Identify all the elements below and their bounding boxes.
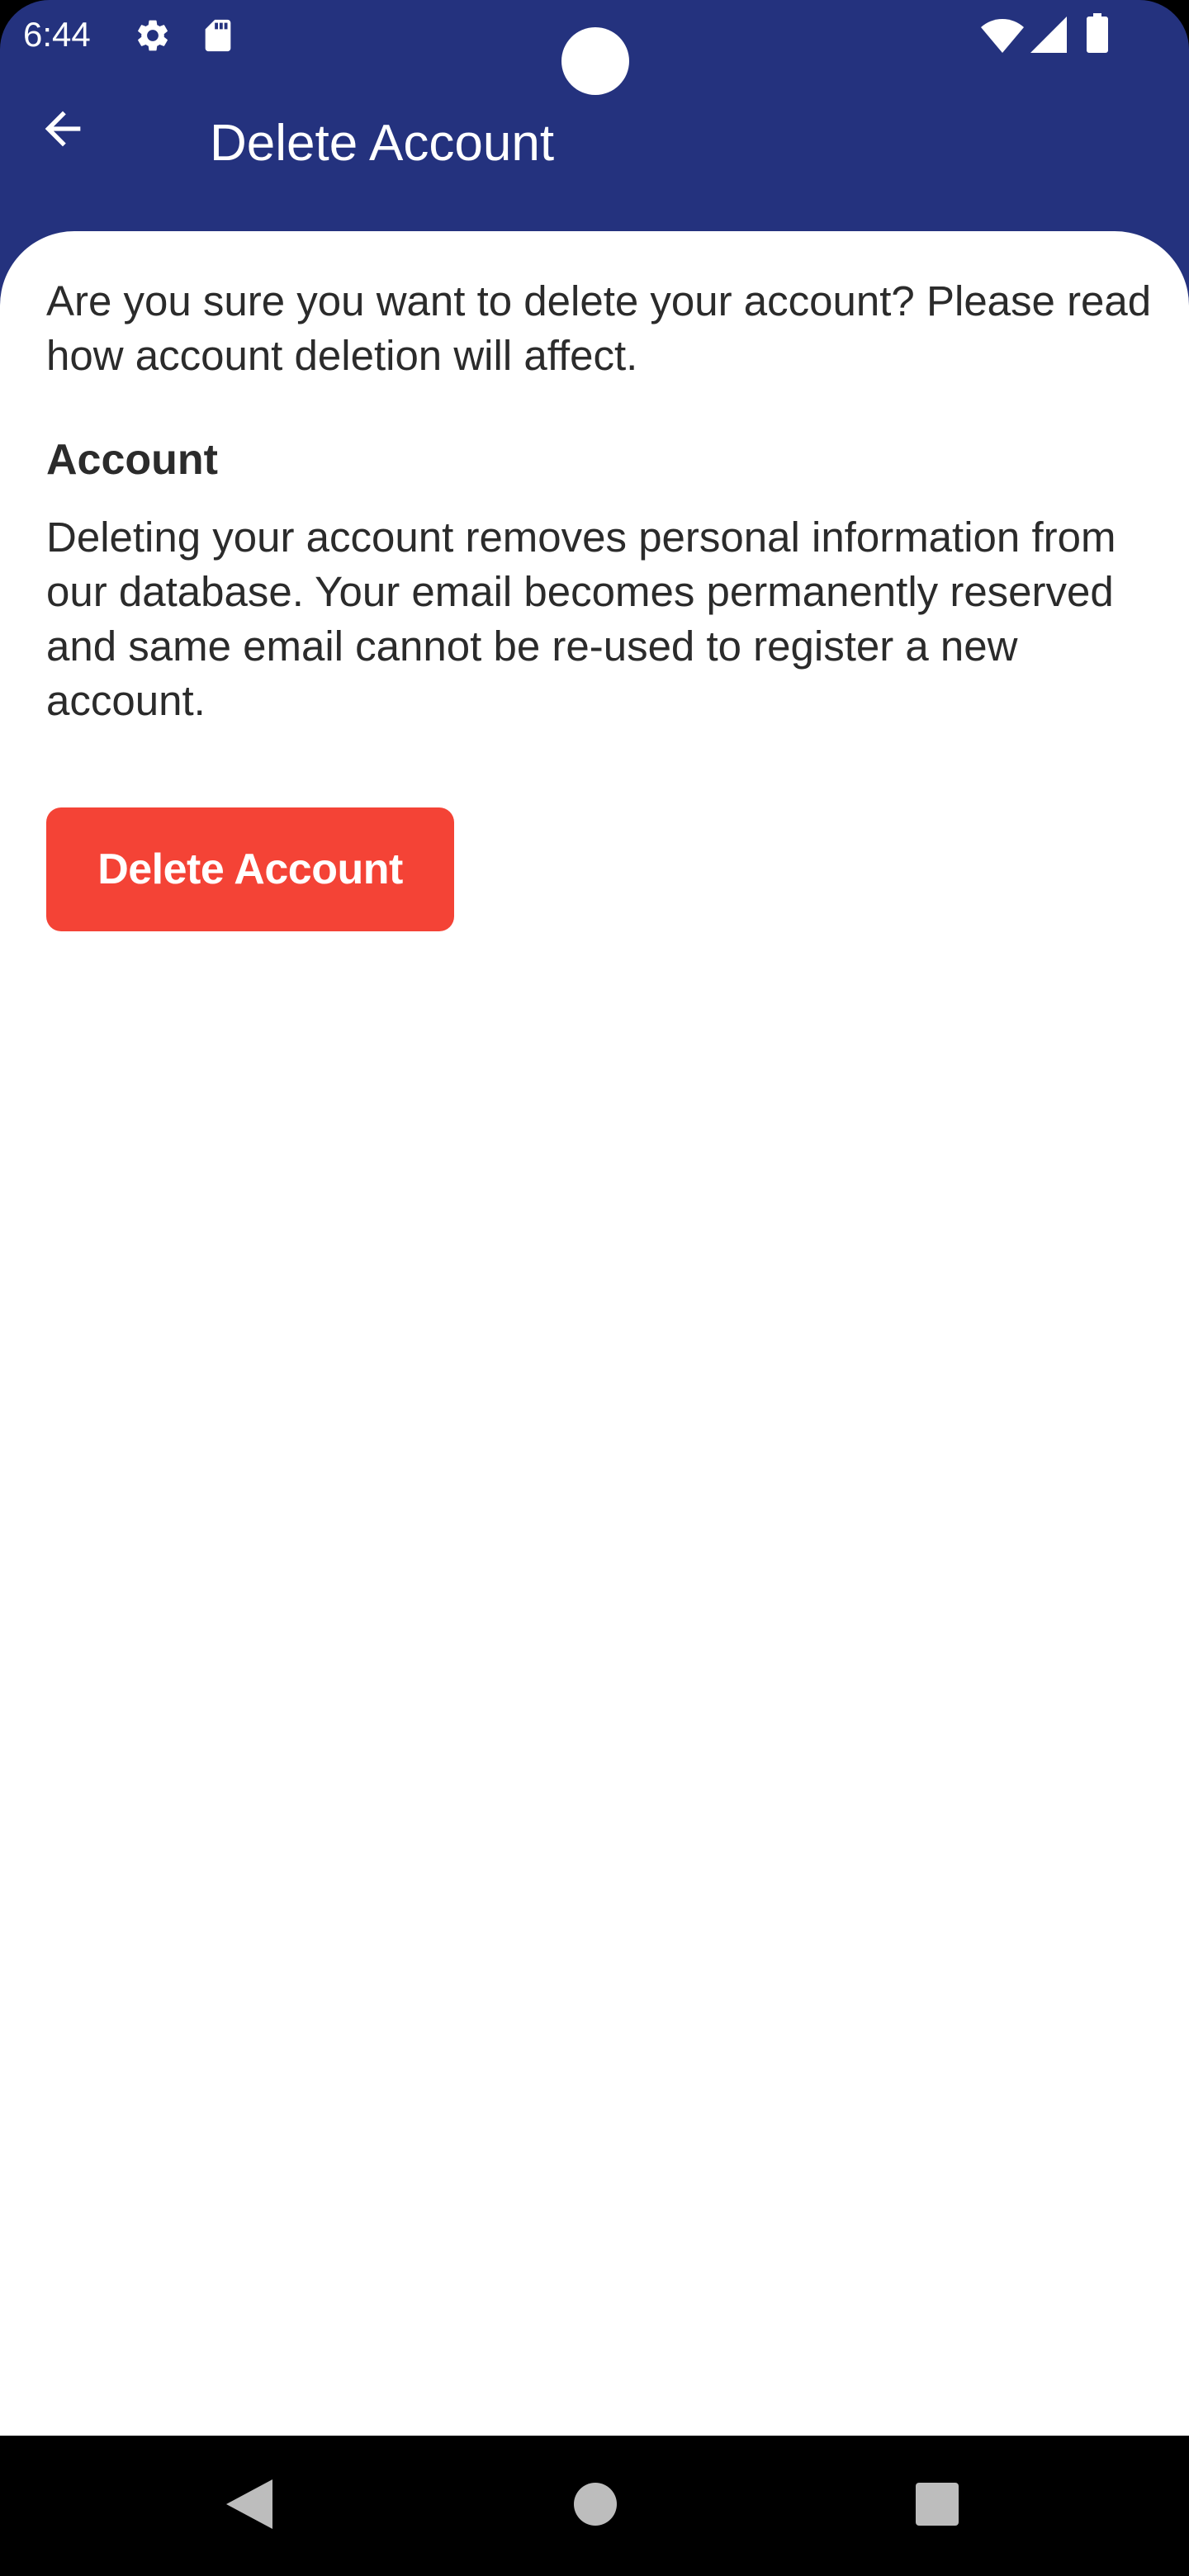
nav-home-button[interactable] (525, 2436, 666, 2576)
back-triangle-icon (226, 2479, 272, 2533)
app-bar: Delete Account (0, 69, 1189, 231)
status-bar: 6:44 (0, 0, 1189, 95)
section-body-text: Deleting your account removes personal i… (46, 514, 1116, 724)
intro-text: Are you sure you want to delete your acc… (46, 277, 1152, 379)
delete-account-button[interactable]: Delete Account (46, 807, 454, 931)
section-heading-account: Account (46, 436, 218, 484)
content-sheet: Are you sure you want to delete your acc… (0, 231, 1189, 2436)
recents-square-icon (916, 2482, 959, 2530)
wifi-icon (981, 18, 1024, 57)
app-screen: 6:44 Delete Account Are you sure you wan… (0, 0, 1189, 2576)
back-button[interactable] (13, 81, 112, 180)
gear-icon (134, 17, 172, 59)
home-circle-icon (574, 2482, 617, 2530)
nav-recents-button[interactable] (867, 2436, 1007, 2576)
status-time: 6:44 (23, 15, 91, 54)
battery-icon (1087, 13, 1108, 57)
system-nav-bar (0, 2436, 1189, 2576)
nav-back-button[interactable] (179, 2436, 320, 2576)
sd-card-icon (201, 17, 234, 59)
arrow-back-icon (36, 102, 89, 159)
signal-icon (1030, 17, 1067, 57)
page-title: Delete Account (210, 115, 555, 172)
